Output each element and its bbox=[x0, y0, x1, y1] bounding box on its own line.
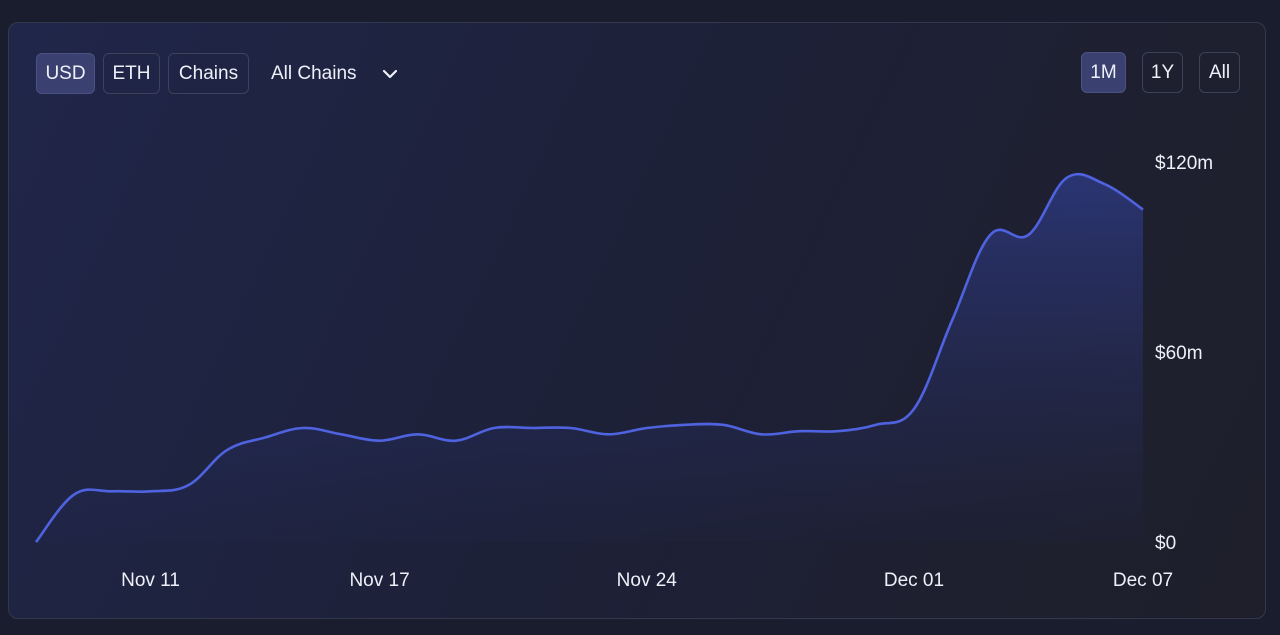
x-tick-label: Nov 17 bbox=[349, 570, 409, 591]
y-tick-label: $120m bbox=[1155, 153, 1213, 174]
chart-panel: USD ETH Chains All Chains 1M 1Y All Nov … bbox=[8, 22, 1266, 619]
x-tick-label: Dec 07 bbox=[1113, 570, 1173, 591]
y-tick-label: $60m bbox=[1155, 343, 1203, 364]
area-chart: Nov 11 Nov 17 Nov 24 Dec 01 Dec 07 $0 $60m $12… bbox=[34, 153, 1213, 591]
x-tick-label: Nov 11 bbox=[121, 570, 180, 591]
y-tick-label: $0 bbox=[1155, 533, 1176, 554]
x-tick-label: Dec 01 bbox=[884, 570, 944, 591]
x-tick-label: Nov 24 bbox=[617, 570, 678, 591]
series-area-fill bbox=[36, 174, 1143, 542]
